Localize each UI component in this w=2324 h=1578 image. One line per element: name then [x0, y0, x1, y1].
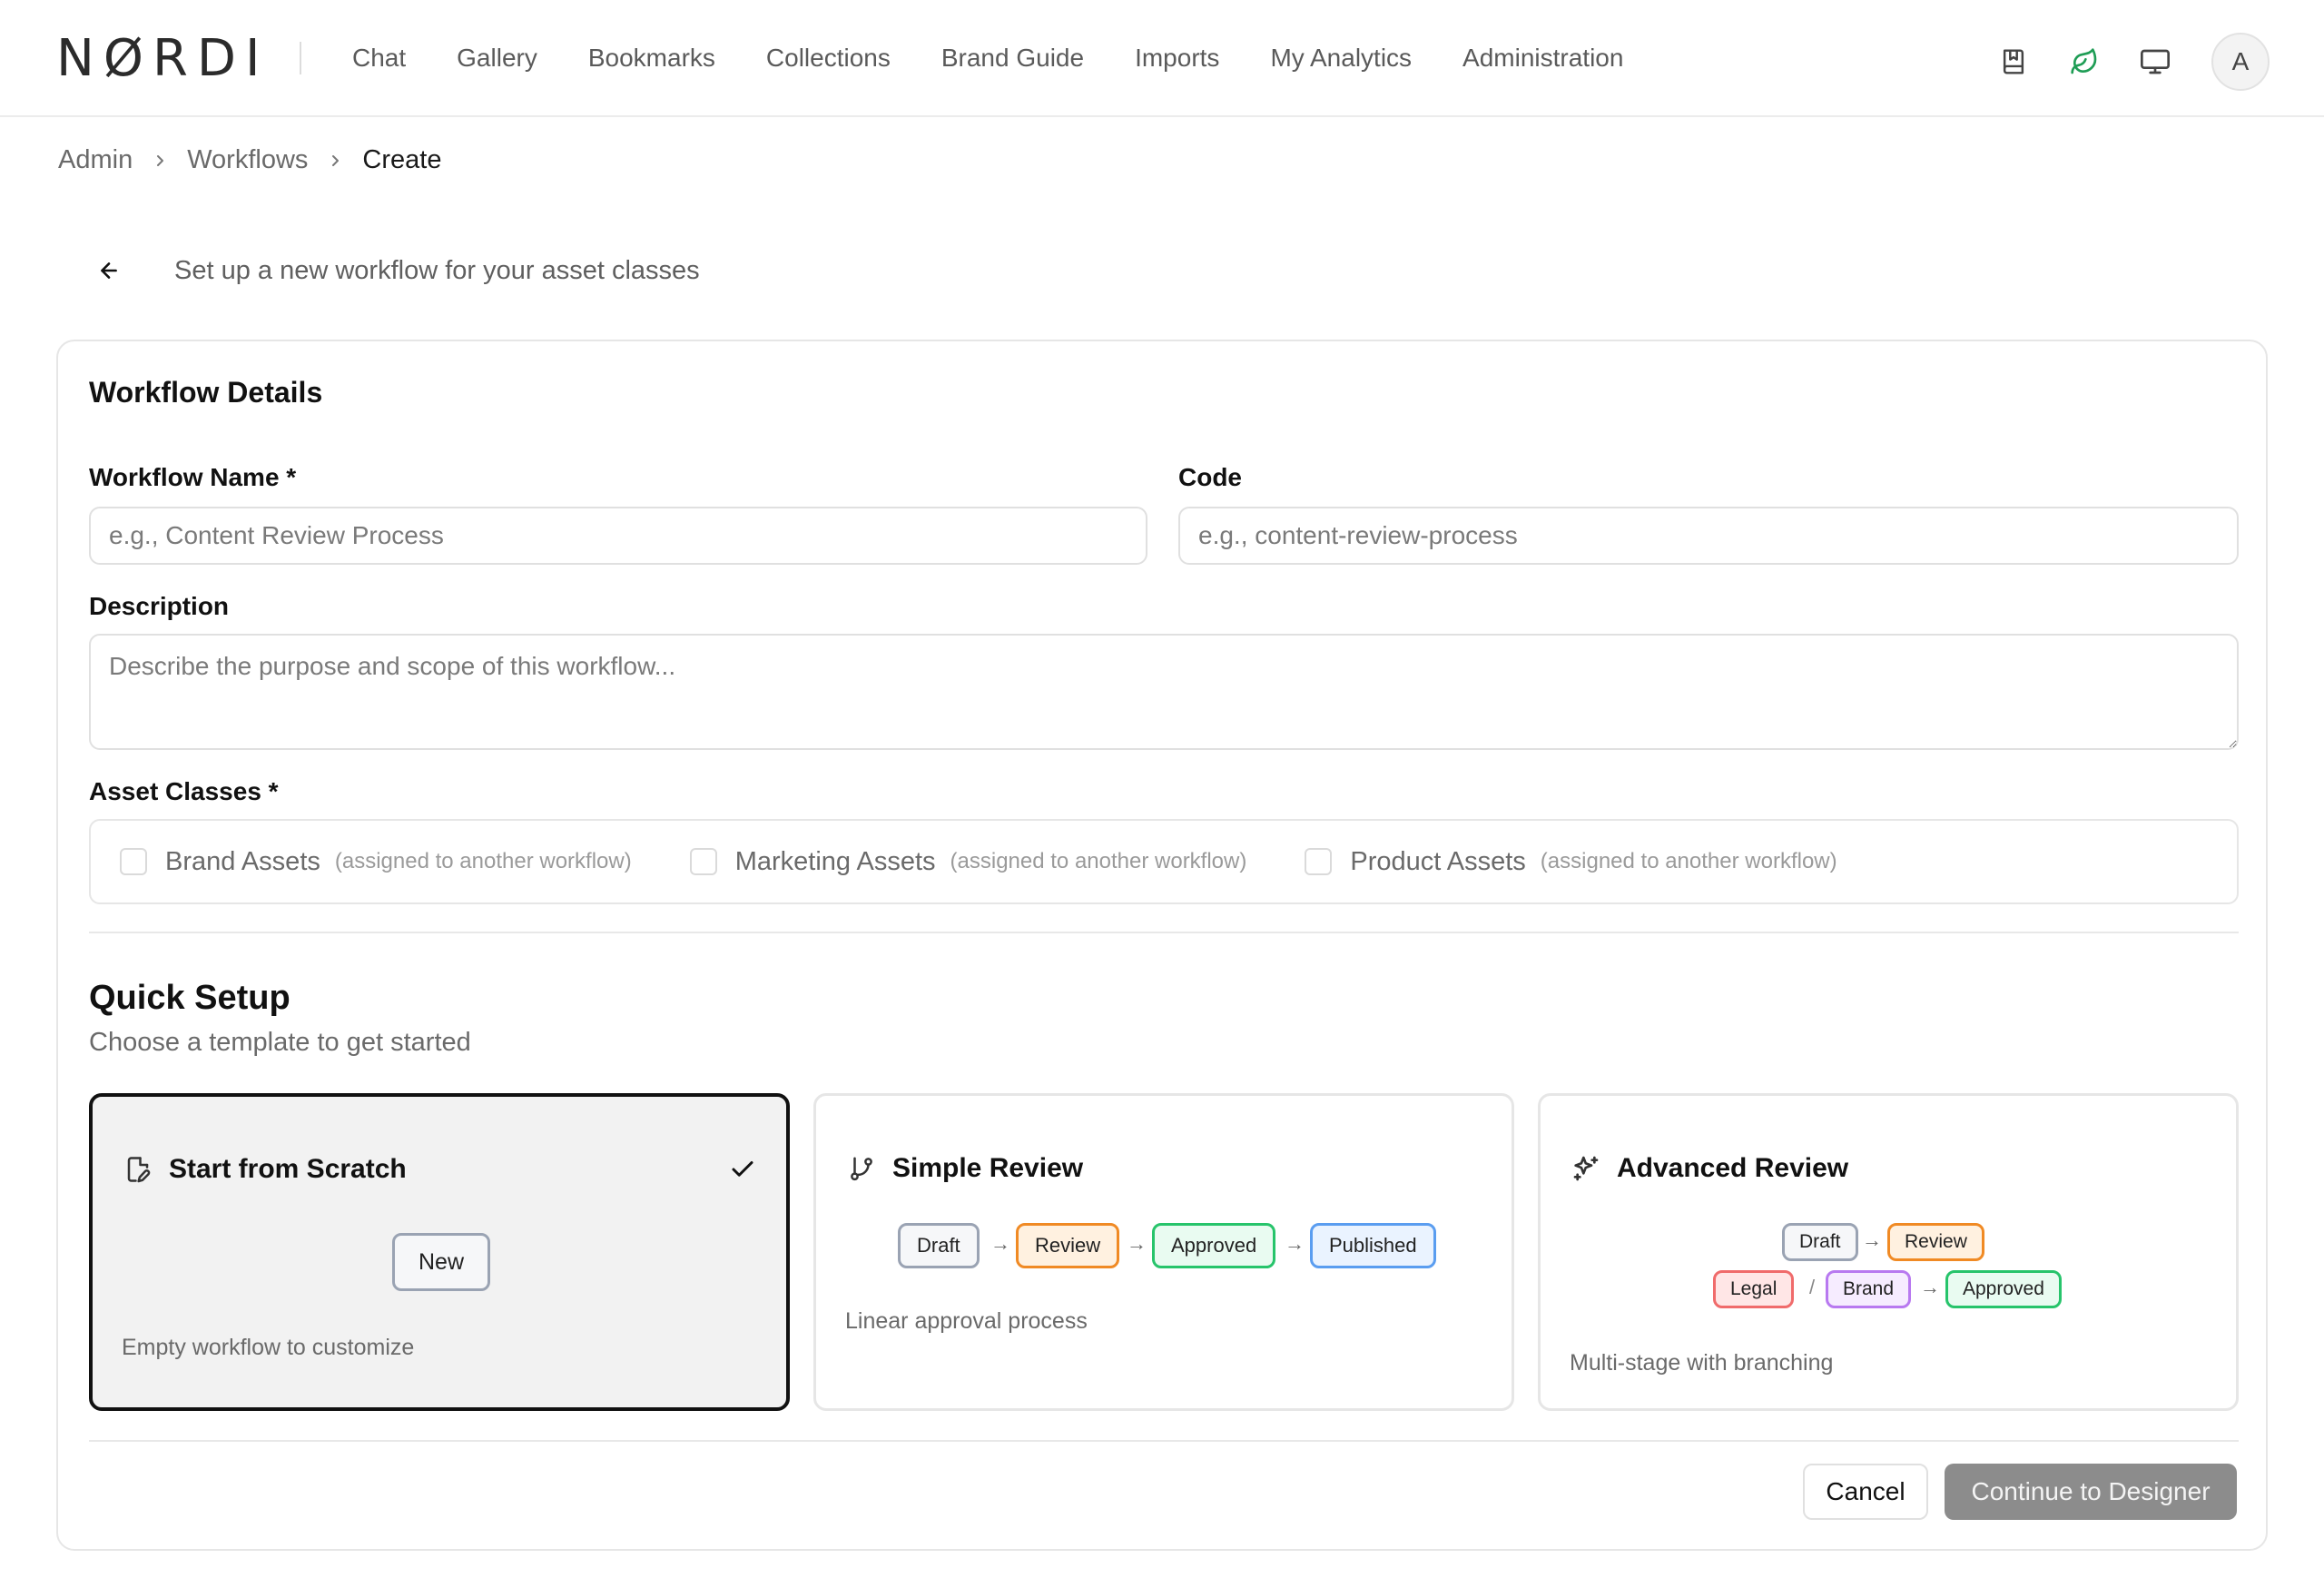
asset-note: (assigned to another workflow) — [1540, 849, 1837, 873]
arrow-right-icon: → — [1862, 1228, 1882, 1251]
asset-name: Product Assets — [1350, 846, 1526, 876]
arrow-right-icon: → — [990, 1232, 1010, 1255]
user-avatar[interactable]: A — [2211, 33, 2270, 91]
brand-assets-checkbox[interactable] — [120, 848, 147, 875]
code-input[interactable] — [1178, 507, 2239, 565]
monitor-icon[interactable] — [2130, 36, 2181, 87]
breadcrumb-workflows[interactable]: Workflows — [187, 145, 308, 175]
template-start-from-scratch[interactable]: Start from Scratch New Empty workflow to… — [89, 1093, 790, 1411]
asset-note: (assigned to another workflow) — [334, 849, 632, 873]
product-assets-checkbox[interactable] — [1305, 848, 1333, 875]
workflow-name-input[interactable] — [89, 507, 1147, 565]
git-branch-icon — [843, 1150, 880, 1187]
top-navigation-bar: NØRDI Chat Gallery Bookmarks Collections… — [0, 0, 2324, 117]
stage-chip-approved: Approved — [1152, 1223, 1276, 1268]
asset-name: Marketing Assets — [734, 846, 936, 876]
stage-chip-brand: Brand — [1826, 1270, 1912, 1308]
footer-divider — [89, 1440, 2239, 1442]
main-nav: Chat Gallery Bookmarks Collections Brand… — [352, 40, 1674, 76]
stage-chip-approved: Approved — [1945, 1270, 2062, 1308]
nav-imports[interactable]: Imports — [1135, 40, 1219, 76]
nav-administration[interactable]: Administration — [1462, 40, 1623, 76]
template-simple-review[interactable]: Simple Review Draft → Review → Approved … — [813, 1093, 1514, 1411]
asset-option-product: Product Assets (assigned to another work… — [1305, 847, 1837, 877]
stage-chip-legal: Legal — [1713, 1270, 1795, 1308]
asset-note: (assigned to another workflow) — [950, 849, 1247, 873]
leaf-icon[interactable] — [2059, 36, 2110, 87]
asset-option-marketing: Marketing Assets (assigned to another wo… — [689, 846, 1247, 877]
code-label: Code — [1178, 463, 1242, 491]
branch-separator: / — [1809, 1276, 1816, 1298]
chevron-right-icon — [153, 153, 167, 168]
nav-chat[interactable]: Chat — [352, 40, 406, 76]
stage-chip-draft: Draft — [1782, 1223, 1858, 1261]
asset-classes-label: Asset Classes * — [89, 777, 279, 805]
header-tools: A — [1968, 33, 2270, 91]
check-icon — [726, 1153, 759, 1186]
nordi-logo[interactable]: NØRDI — [56, 28, 270, 88]
asset-option-brand: Brand Assets (assigned to another workfl… — [120, 847, 632, 877]
stage-chip-draft: Draft — [898, 1223, 980, 1268]
template-description: Linear approval process — [845, 1308, 1088, 1334]
template-description: Multi-stage with branching — [1570, 1350, 1834, 1376]
asset-name: Brand Assets — [165, 846, 320, 876]
stage-chip-review: Review — [1887, 1223, 1984, 1261]
nav-brand-guide[interactable]: Brand Guide — [941, 40, 1084, 76]
section-title-workflow-details: Workflow Details — [89, 376, 323, 409]
breadcrumb-admin[interactable]: Admin — [58, 145, 133, 175]
arrow-left-icon — [97, 259, 121, 287]
quick-setup-title: Quick Setup — [89, 979, 290, 1017]
workflow-form-card: Workflow Details Workflow Name * Code De… — [56, 340, 2268, 1551]
arrow-right-icon: → — [1920, 1276, 1940, 1298]
template-title: Start from Scratch — [169, 1154, 407, 1184]
template-title: Advanced Review — [1617, 1153, 1849, 1183]
sparkles-icon — [1568, 1150, 1604, 1187]
asset-classes-group: Brand Assets (assigned to another workfl… — [89, 819, 2239, 904]
nav-my-analytics[interactable]: My Analytics — [1270, 40, 1412, 76]
stage-chip-review: Review — [1016, 1223, 1120, 1268]
file-pen-icon — [120, 1151, 156, 1188]
new-stage-chip: New — [392, 1233, 490, 1291]
marketing-assets-checkbox[interactable] — [689, 848, 717, 875]
cancel-button[interactable]: Cancel — [1803, 1464, 1928, 1520]
continue-to-designer-button[interactable]: Continue to Designer — [1945, 1464, 2237, 1520]
description-label: Description — [89, 592, 230, 620]
stage-chip-published: Published — [1310, 1223, 1436, 1268]
workflow-name-label: Workflow Name * — [89, 463, 297, 491]
template-header: Advanced Review — [1568, 1150, 1848, 1187]
description-textarea[interactable] — [89, 634, 2239, 750]
template-description: Empty workflow to customize — [122, 1335, 415, 1360]
quick-setup-subtitle: Choose a template to get started — [89, 1028, 471, 1057]
template-advanced-review[interactable]: Advanced Review Draft → Review Legal / B… — [1538, 1093, 2239, 1411]
section-divider — [89, 932, 2239, 933]
breadcrumb: Admin Workflows Create — [58, 145, 441, 175]
logo-text: NØRDI — [56, 28, 270, 88]
page-subtitle: Set up a new workflow for your asset cla… — [174, 256, 700, 285]
nav-gallery[interactable]: Gallery — [457, 40, 537, 76]
arrow-right-icon: → — [1285, 1232, 1305, 1255]
breadcrumb-create: Create — [362, 145, 442, 174]
back-button[interactable] — [87, 251, 131, 294]
nav-collections[interactable]: Collections — [766, 40, 891, 76]
nav-bookmarks[interactable]: Bookmarks — [588, 40, 715, 76]
logo-divider — [300, 42, 301, 74]
template-title: Simple Review — [892, 1153, 1084, 1183]
template-header: Start from Scratch — [120, 1151, 407, 1188]
chevron-right-icon — [328, 153, 342, 168]
arrow-right-icon: → — [1127, 1232, 1147, 1255]
template-header: Simple Review — [843, 1150, 1083, 1187]
book-icon[interactable] — [1988, 36, 2039, 87]
